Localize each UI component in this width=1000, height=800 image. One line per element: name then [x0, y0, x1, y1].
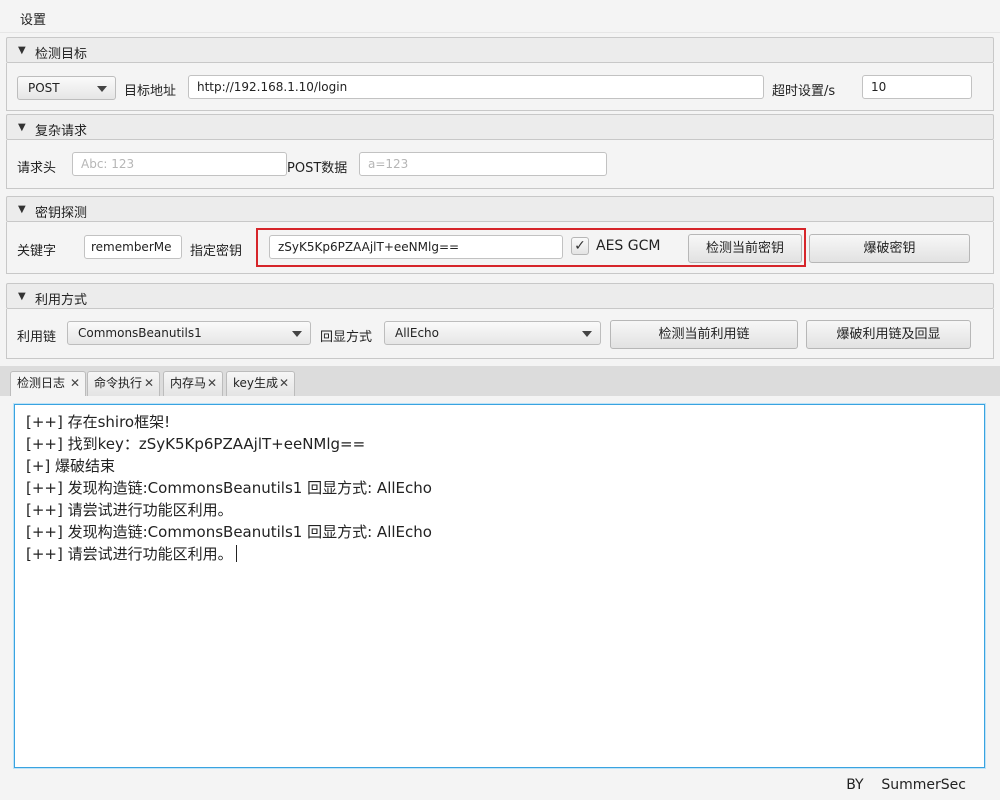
keyword-label: 关键字	[17, 244, 57, 259]
tab-label: 内存马	[170, 376, 207, 390]
complex-section-title: 复杂请求	[35, 124, 88, 139]
log-textarea[interactable]: [++] 存在shiro框架! [++] 找到key：zSyK5Kp6PZAAj…	[14, 404, 985, 768]
chevron-down-icon	[97, 86, 107, 92]
tab-detect-log[interactable]: 检测日志 ✕	[10, 371, 86, 396]
tab-memshell[interactable]: 内存马 ✕	[163, 371, 223, 396]
collapse-triangle-icon: ▼	[18, 291, 26, 302]
timeout-label: 超时设置/s	[772, 84, 836, 99]
chain-select[interactable]: CommonsBeanutils1	[67, 321, 311, 345]
url-input[interactable]	[188, 75, 764, 99]
key-input[interactable]	[269, 235, 563, 259]
log-line: [++] 存在shiro框架!	[26, 413, 171, 431]
detect-key-button[interactable]: 检测当前密钥	[688, 234, 802, 263]
aes-gcm-checkbox[interactable]: ✓	[571, 237, 589, 255]
tab-command-exec[interactable]: 命令执行 ✕	[87, 371, 160, 396]
collapse-triangle-icon: ▼	[18, 122, 26, 133]
text-caret	[235, 545, 237, 562]
header-label: 请求头	[17, 161, 57, 176]
log-line-last: [++] 请尝试进行功能区利用。	[26, 543, 973, 565]
close-icon[interactable]: ✕	[207, 372, 217, 394]
log-line-text: [++] 请尝试进行功能区利用。	[26, 545, 233, 563]
chevron-down-icon	[582, 331, 592, 337]
target-section-header[interactable]: ▼ 检测目标	[6, 37, 994, 63]
complex-section-header[interactable]: ▼ 复杂请求	[6, 114, 994, 140]
collapse-triangle-icon: ▼	[18, 204, 26, 215]
close-icon[interactable]: ✕	[70, 372, 80, 394]
keyword-input[interactable]	[84, 235, 182, 259]
post-data-label: POST数据	[287, 161, 348, 176]
method-select-value: POST	[28, 81, 60, 95]
collapse-triangle-icon: ▼	[18, 45, 26, 56]
chain-select-value: CommonsBeanutils1	[78, 326, 202, 340]
menu-settings[interactable]: 设置	[20, 9, 46, 28]
detect-chain-button[interactable]: 检测当前利用链	[610, 320, 798, 349]
close-icon[interactable]: ✕	[279, 372, 289, 394]
chevron-down-icon	[292, 331, 302, 337]
chain-label: 利用链	[17, 330, 57, 345]
exploit-section-header[interactable]: ▼ 利用方式	[6, 283, 994, 309]
timeout-input[interactable]	[862, 75, 972, 99]
brute-key-button[interactable]: 爆破密钥	[809, 234, 970, 263]
tab-label: 命令执行	[94, 376, 143, 390]
aes-gcm-label: AES GCM	[596, 238, 661, 254]
log-line: [++] 找到key：zSyK5Kp6PZAAjlT+eeNMlg==	[26, 435, 366, 453]
tab-label: key生成	[233, 376, 279, 390]
brute-chain-button[interactable]: 爆破利用链及回显	[806, 320, 971, 349]
echo-select-value: AllEcho	[395, 326, 440, 340]
method-select[interactable]: POST	[17, 76, 116, 100]
key-section-header[interactable]: ▼ 密钥探测	[6, 196, 994, 222]
log-line: [+] 爆破结束	[26, 457, 116, 475]
header-input[interactable]	[72, 152, 287, 176]
checkmark-icon: ✓	[574, 238, 586, 254]
key-section-title: 密钥探测	[35, 206, 88, 221]
echo-label: 回显方式	[320, 330, 373, 345]
author-credit: BY SummerSec	[846, 777, 966, 793]
log-line: [++] 请尝试进行功能区利用。	[26, 501, 233, 519]
target-section-title: 检测目标	[35, 47, 88, 62]
tab-key-gen[interactable]: key生成 ✕	[226, 371, 295, 396]
exploit-section-title: 利用方式	[35, 293, 88, 308]
close-icon[interactable]: ✕	[144, 372, 154, 394]
log-line: [++] 发现构造链:CommonsBeanutils1 回显方式: AllEc…	[26, 479, 432, 497]
key-label: 指定密钥	[190, 244, 243, 259]
url-label: 目标地址	[124, 84, 177, 99]
log-line: [++] 发现构造链:CommonsBeanutils1 回显方式: AllEc…	[26, 523, 432, 541]
echo-select[interactable]: AllEcho	[384, 321, 601, 345]
menu-bar: 设置	[0, 0, 1000, 33]
post-data-input[interactable]	[359, 152, 607, 176]
tab-label: 检测日志	[17, 376, 66, 390]
